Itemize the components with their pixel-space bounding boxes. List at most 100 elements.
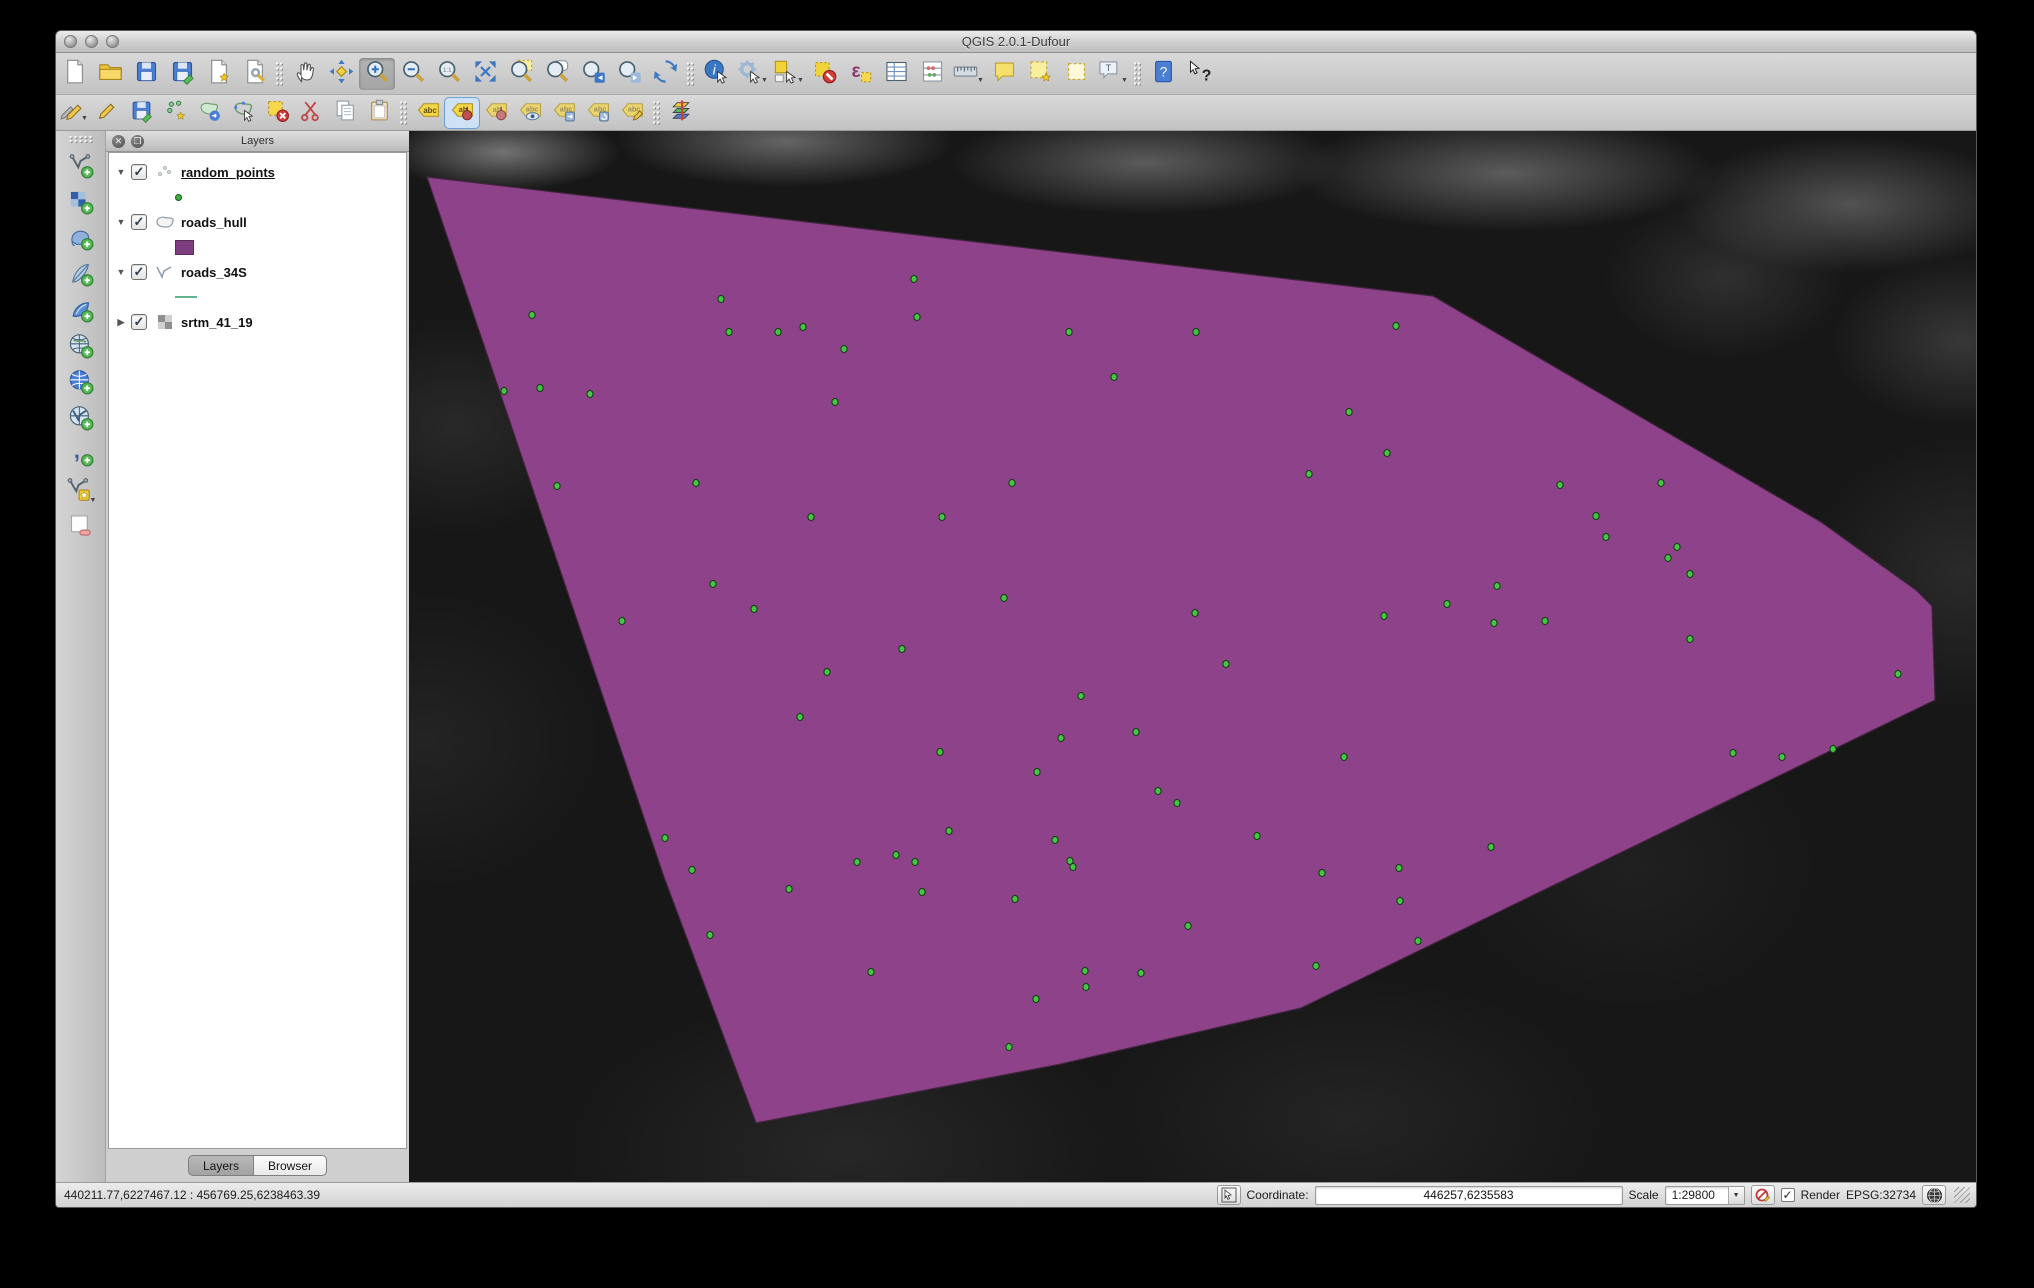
move-feature-button[interactable] xyxy=(192,98,226,128)
remove-layer-button[interactable] xyxy=(61,510,101,546)
show-hide-labels-button[interactable]: abc xyxy=(513,98,547,128)
layer-item-roads_34S[interactable]: ▼✓ roads_34S xyxy=(113,259,406,285)
show-bookmarks-button[interactable] xyxy=(1058,58,1094,90)
map-canvas[interactable] xyxy=(409,131,1976,1182)
layer-expander-icon[interactable]: ▼ xyxy=(113,267,129,277)
layer-labeling-options-button[interactable]: abc xyxy=(411,98,445,128)
node-tool-button[interactable] xyxy=(226,98,260,128)
layer-expander-icon[interactable]: ▼ xyxy=(113,217,129,227)
rotate-label-button[interactable]: abc xyxy=(581,98,615,128)
new-bookmark-button[interactable] xyxy=(1022,58,1058,90)
layer-item-srtm_41_19[interactable]: ▶✓ srtm_41_19 xyxy=(113,309,406,335)
toolbar-separator-grip[interactable] xyxy=(1133,61,1142,87)
run-feature-action-dropdown-icon[interactable]: ▼ xyxy=(761,77,768,84)
layer-visibility-checkbox[interactable]: ✓ xyxy=(131,214,147,230)
plugin-layers-button[interactable] xyxy=(664,98,698,128)
layer-visibility-checkbox[interactable]: ✓ xyxy=(131,164,147,180)
project-open-button[interactable] xyxy=(92,58,128,90)
copy-features-button[interactable] xyxy=(328,98,362,128)
stop-rendering-icon[interactable] xyxy=(1751,1185,1775,1205)
project-save-as-button[interactable] xyxy=(164,58,200,90)
new-print-composer-button[interactable] xyxy=(200,58,236,90)
select-features-dropdown-icon[interactable]: ▼ xyxy=(797,77,804,84)
current-edits-button[interactable]: ▼ xyxy=(56,98,90,128)
open-attribute-table-button[interactable] xyxy=(878,58,914,90)
save-layer-edits-button[interactable] xyxy=(124,98,158,128)
pan-map-button[interactable] xyxy=(287,58,323,90)
crs-globe-icon[interactable] xyxy=(1922,1185,1946,1205)
measure-dropdown-icon[interactable]: ▼ xyxy=(977,77,984,84)
cut-features-button[interactable] xyxy=(294,98,328,128)
delete-selected-button[interactable] xyxy=(260,98,294,128)
composer-manager-button[interactable] xyxy=(236,58,272,90)
toggle-editing-button[interactable] xyxy=(90,98,124,128)
text-annotation-dropdown-icon[interactable]: ▼ xyxy=(1121,77,1128,84)
layer-expander-icon[interactable]: ▼ xyxy=(113,167,129,177)
render-checkbox[interactable]: ✓ xyxy=(1781,1188,1795,1202)
select-by-expression-button[interactable]: ε xyxy=(842,58,878,90)
add-vector-layer-button[interactable] xyxy=(61,150,101,186)
new-shapefile-layer-dropdown-icon[interactable]: ▼ xyxy=(90,497,97,504)
coordinate-input[interactable] xyxy=(1315,1186,1623,1205)
add-spatialite-layer-button[interactable] xyxy=(61,258,101,294)
toolbar-separator-grip[interactable] xyxy=(686,61,695,87)
scale-combo[interactable]: 1:29800 ▼ xyxy=(1665,1186,1745,1205)
paste-features-button[interactable] xyxy=(362,98,396,128)
current-edits-dropdown-icon[interactable]: ▼ xyxy=(81,115,88,122)
title-bar[interactable]: QGIS 2.0.1-Dufour xyxy=(56,31,1976,53)
refresh-map-button[interactable] xyxy=(647,58,683,90)
zoom-last-button[interactable] xyxy=(575,58,611,90)
layer-label[interactable]: srtm_41_19 xyxy=(181,315,253,330)
pin-unpin-labels-button[interactable]: ab xyxy=(445,98,479,128)
zoom-next-button[interactable] xyxy=(611,58,647,90)
layer-label[interactable]: roads_hull xyxy=(181,215,247,230)
layer-visibility-checkbox[interactable]: ✓ xyxy=(131,264,147,280)
dock-float-icon[interactable]: ❐ xyxy=(131,135,144,148)
add-wcs-layer-button[interactable] xyxy=(61,366,101,402)
zoom-out-button[interactable] xyxy=(395,58,431,90)
toolbar-grip[interactable] xyxy=(68,135,94,144)
add-delimited-text-layer-button[interactable]: , xyxy=(61,438,101,474)
zoom-in-button[interactable] xyxy=(359,58,395,90)
select-features-button[interactable]: ▼ xyxy=(770,58,806,90)
add-mssql-layer-button[interactable] xyxy=(61,294,101,330)
move-label-button[interactable]: abc xyxy=(547,98,581,128)
add-feature-button[interactable] xyxy=(158,98,192,128)
new-shapefile-layer-button[interactable]: ▼ xyxy=(61,474,101,510)
mouse-position-icon[interactable] xyxy=(1217,1185,1241,1205)
layer-label[interactable]: roads_34S xyxy=(181,265,247,280)
map-tips-button[interactable] xyxy=(986,58,1022,90)
field-calculator-button[interactable] xyxy=(914,58,950,90)
layer-visibility-checkbox[interactable]: ✓ xyxy=(131,314,147,330)
add-wfs-layer-button[interactable] xyxy=(61,402,101,438)
layer-item-roads_hull[interactable]: ▼✓ roads_hull xyxy=(113,209,406,235)
layer-expander-icon[interactable]: ▶ xyxy=(113,317,129,328)
zoom-to-selection-button[interactable] xyxy=(503,58,539,90)
highlight-pinned-labels-button[interactable]: ab xyxy=(479,98,513,128)
toolbar-separator-grip[interactable] xyxy=(652,100,661,126)
help-contents-button[interactable]: ? xyxy=(1145,58,1181,90)
window-resize-grip[interactable] xyxy=(1954,1187,1970,1203)
zoom-to-layer-button[interactable] xyxy=(539,58,575,90)
toolbar-separator-grip[interactable] xyxy=(399,100,408,126)
whats-this-button[interactable]: ? xyxy=(1181,58,1217,90)
toolbar-separator-grip[interactable] xyxy=(275,61,284,87)
measure-button[interactable]: ▼ xyxy=(950,58,986,90)
pan-to-selection-button[interactable] xyxy=(323,58,359,90)
project-save-button[interactable] xyxy=(128,58,164,90)
add-wms-layer-button[interactable] xyxy=(61,330,101,366)
add-raster-layer-button[interactable] xyxy=(61,186,101,222)
project-new-button[interactable] xyxy=(56,58,92,90)
zoom-full-button[interactable] xyxy=(467,58,503,90)
add-postgis-layer-button[interactable] xyxy=(61,222,101,258)
change-label-properties-button[interactable]: abc xyxy=(615,98,649,128)
dock-tab-layers[interactable]: Layers xyxy=(188,1155,254,1176)
identify-features-button[interactable]: i xyxy=(698,58,734,90)
deselect-features-button[interactable] xyxy=(806,58,842,90)
run-feature-action-button[interactable]: ▼ xyxy=(734,58,770,90)
scale-dropdown-icon[interactable]: ▼ xyxy=(1728,1187,1744,1204)
dock-close-icon[interactable]: ✕ xyxy=(112,135,125,148)
dock-tab-browser[interactable]: Browser xyxy=(254,1155,327,1176)
layer-label[interactable]: random_points xyxy=(181,165,275,180)
text-annotation-button[interactable]: T▼ xyxy=(1094,58,1130,90)
